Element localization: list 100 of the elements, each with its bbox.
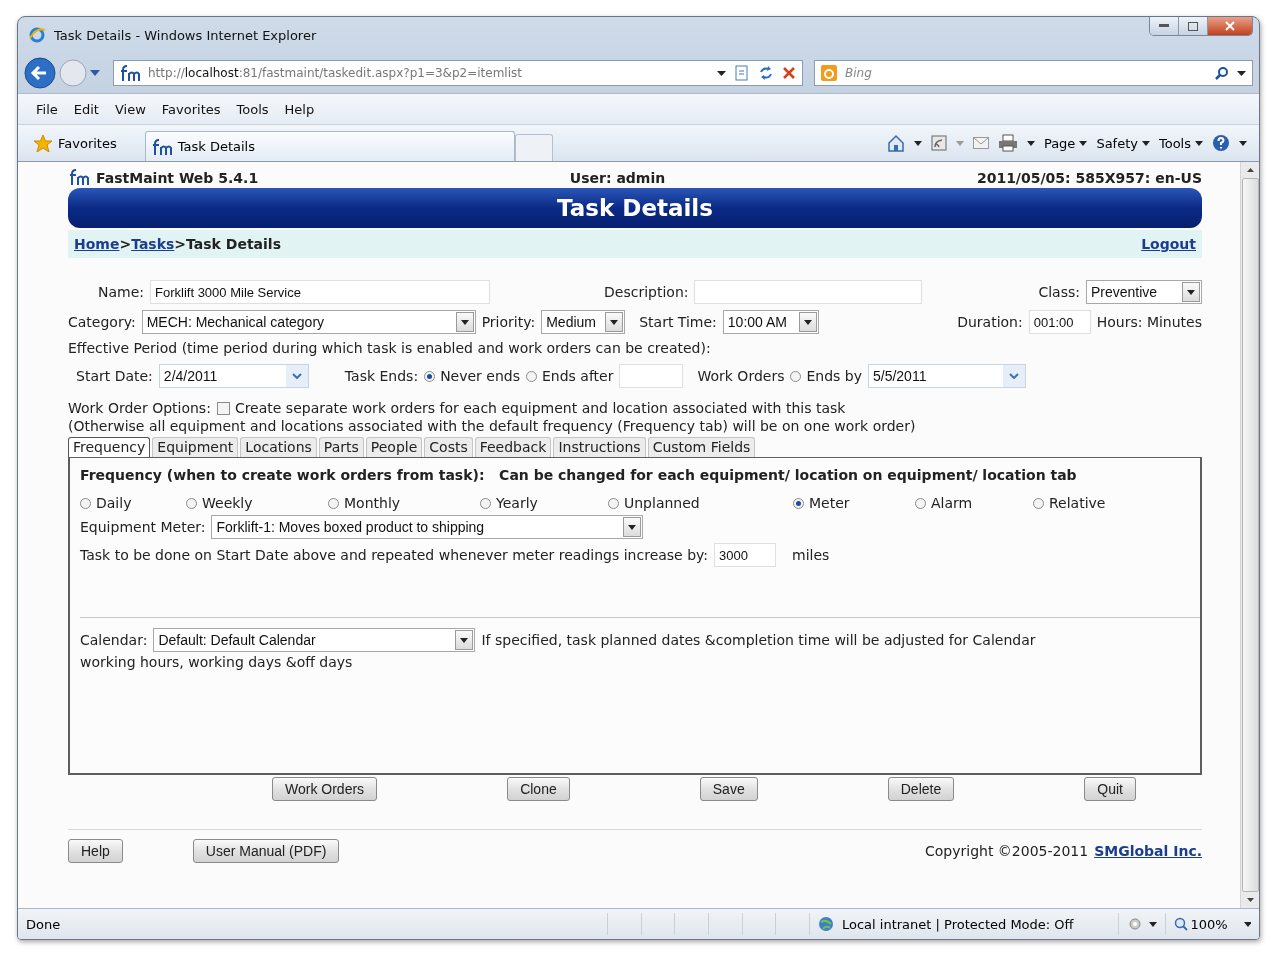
description-field[interactable]	[694, 280, 923, 304]
browser-tab[interactable]: Task Details	[144, 131, 515, 161]
radio-label: Ends after	[542, 368, 614, 384]
zoom-control[interactable]: 100%	[1164, 913, 1244, 935]
scrollbar[interactable]	[1240, 162, 1259, 908]
radio-button[interactable]	[80, 497, 91, 509]
dropdown-arrow-icon	[610, 319, 619, 325]
radio-button[interactable]	[328, 497, 339, 509]
field-label: Class:	[1038, 284, 1080, 300]
action-button[interactable]: Quit	[1084, 777, 1136, 801]
dropdown-arrow-icon[interactable]	[717, 70, 726, 76]
radio-button[interactable]	[186, 497, 197, 509]
duration-field[interactable]: 001:00	[1028, 310, 1091, 334]
dropdown-arrow-icon[interactable]	[1148, 921, 1157, 927]
command-menu[interactable]: Tools	[1158, 135, 1203, 151]
user-label: User: admin	[569, 170, 666, 186]
maximize-icon	[1188, 21, 1198, 31]
priority-dropdown[interactable]: Medium	[541, 310, 626, 334]
caret-icon	[1195, 140, 1203, 146]
dropdown-arrow-icon[interactable]	[1237, 70, 1246, 76]
tab[interactable]: Parts	[318, 437, 364, 457]
radio-button[interactable]	[480, 497, 491, 509]
menu-item[interactable]: File	[30, 99, 64, 119]
favorites-button[interactable]: Favorites	[30, 132, 121, 154]
radio-button[interactable]	[793, 497, 804, 509]
class-dropdown[interactable]: Preventive	[1086, 280, 1202, 304]
tab[interactable]: Costs	[424, 437, 473, 457]
print-icon[interactable]	[997, 134, 1018, 152]
action-button[interactable]: Clone	[507, 777, 570, 801]
radio-button[interactable]	[608, 497, 619, 509]
meter-dropdown[interactable]: Forklift-1: Moves boxed product to shipping	[211, 515, 644, 539]
dropdown-arrow-icon	[460, 637, 469, 643]
user-manual-button[interactable]: User Manual (PDF)	[192, 839, 340, 863]
checkbox[interactable]	[216, 401, 230, 415]
action-button[interactable]: Delete	[887, 777, 955, 801]
close-button[interactable]	[1208, 17, 1252, 35]
field-label: Description:	[604, 284, 689, 300]
menu-item[interactable]: View	[108, 99, 152, 119]
tab[interactable]: Feedback	[474, 437, 552, 457]
name-field[interactable]: Forklift 3000 Mile Service	[150, 280, 491, 304]
feed-icon[interactable]	[930, 135, 947, 151]
tab[interactable]: People	[365, 437, 423, 457]
address-bar[interactable]: http://localhost:81/fastmaint/taskedit.aspx?p1=3&p2=itemlist	[113, 60, 803, 86]
radio-button[interactable]	[526, 370, 537, 382]
end-date-picker[interactable]: 5/5/2011	[868, 364, 1026, 388]
occurrences-field[interactable]	[619, 364, 684, 388]
refresh-icon[interactable]	[758, 65, 774, 81]
tab[interactable]: Custom Fields	[647, 437, 756, 457]
radio-label: Yearly	[496, 495, 538, 511]
company-link[interactable]: SMGlobal Inc.	[1094, 843, 1202, 859]
mail-icon[interactable]	[972, 137, 989, 149]
start-time-dropdown[interactable]: 10:00 AM	[722, 310, 819, 334]
stop-icon[interactable]	[782, 66, 796, 80]
radio-label: Daily	[96, 495, 132, 511]
radio-button[interactable]	[790, 370, 802, 382]
maximize-button[interactable]	[1179, 17, 1208, 35]
minimize-button[interactable]	[1150, 17, 1179, 35]
dropdown-arrow-icon[interactable]	[1243, 921, 1251, 927]
caret-icon	[1079, 140, 1088, 146]
home-icon[interactable]	[886, 134, 905, 152]
category-dropdown[interactable]: MECH: Mechanical category	[141, 310, 476, 334]
scroll-up-icon	[1246, 168, 1254, 172]
help-icon[interactable]	[1212, 134, 1230, 152]
dropdown-arrow-icon[interactable]	[1026, 140, 1035, 146]
field-label: Priority:	[481, 314, 536, 330]
field-label: Calendar:	[80, 630, 148, 650]
search-icon[interactable]	[1215, 66, 1229, 80]
radio-button[interactable]	[424, 370, 436, 382]
command-menu[interactable]: Page	[1043, 135, 1088, 151]
menu-item[interactable]: Help	[278, 99, 321, 119]
site-logo-icon	[68, 168, 90, 186]
dropdown-arrow-icon[interactable]	[913, 140, 922, 146]
logout-link[interactable]: Logout	[1141, 236, 1196, 252]
help-button[interactable]: Help	[68, 839, 123, 863]
tab[interactable]: Instructions	[553, 437, 646, 457]
field-label: Name:	[98, 284, 145, 300]
settings-icon[interactable]	[1126, 917, 1143, 931]
dropdown-arrow-icon[interactable]	[1239, 140, 1247, 146]
back-button[interactable]	[24, 57, 56, 89]
menu-item[interactable]: Edit	[67, 99, 105, 119]
duration-unit: Hours: Minutes	[1096, 314, 1202, 330]
action-button[interactable]: Work Orders	[272, 777, 378, 801]
search-field[interactable]: Bing	[814, 60, 1253, 86]
breadcrumb-link[interactable]: Home	[74, 236, 120, 252]
zoom-icon	[1173, 917, 1188, 931]
menu-item[interactable]: Tools	[230, 99, 275, 119]
window-title: Task Details - Windows Internet Explorer	[54, 27, 317, 43]
calendar-dropdown[interactable]: Default: Default Calendar	[153, 628, 476, 652]
command-menu[interactable]: Safety	[1096, 135, 1150, 151]
tab[interactable]: Locations	[240, 437, 317, 457]
action-button[interactable]: Save	[699, 777, 758, 801]
meter-increase-field[interactable]: 3000	[714, 543, 777, 567]
tab[interactable]: Frequency	[68, 437, 151, 457]
tab[interactable]: Equipment	[152, 437, 239, 457]
menu-item[interactable]: Favorites	[155, 99, 227, 119]
breadcrumb-link[interactable]: Tasks	[131, 236, 175, 252]
radio-button[interactable]	[1033, 497, 1044, 509]
unit-label: miles	[792, 547, 830, 563]
start-date-picker[interactable]: 2/4/2011	[158, 364, 309, 388]
radio-button[interactable]	[915, 497, 926, 509]
